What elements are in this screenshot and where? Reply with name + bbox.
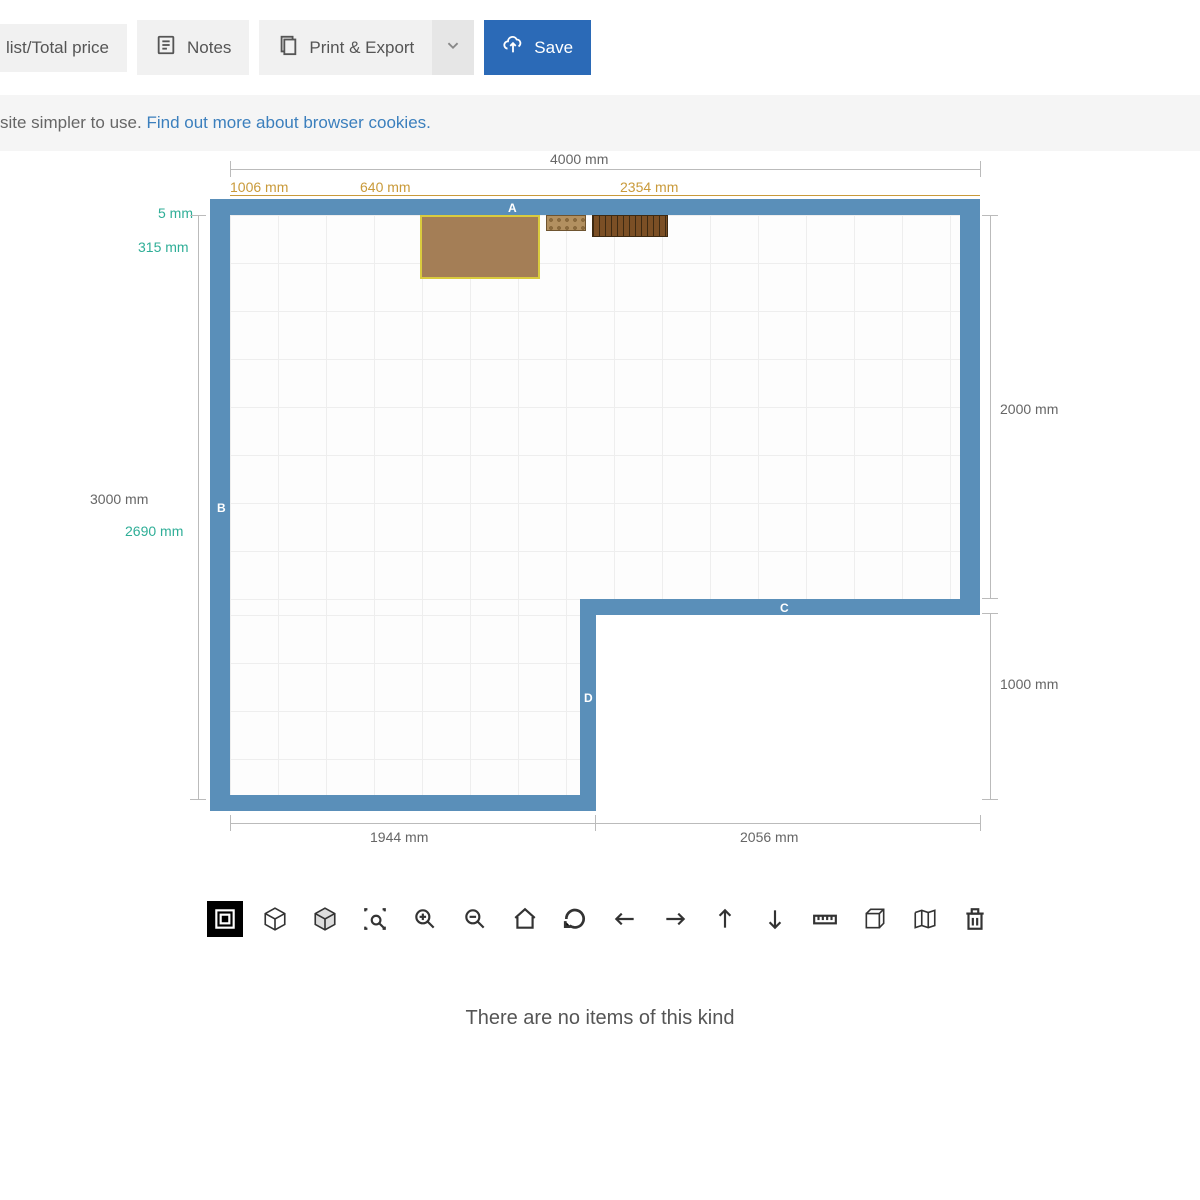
undo-button[interactable] (557, 901, 593, 937)
dim-right-b: 1000 mm (1000, 676, 1058, 692)
home-button[interactable] (507, 901, 543, 937)
view-3d-solid-button[interactable] (307, 901, 343, 937)
dim-line (990, 613, 991, 800)
print-icon (277, 34, 299, 61)
dim-tick (980, 161, 981, 177)
dim-tick (980, 815, 981, 831)
pan-up-button[interactable] (707, 901, 743, 937)
wall-d[interactable] (580, 599, 596, 811)
notes-button[interactable]: Notes (137, 20, 249, 75)
view-2d-button[interactable] (207, 901, 243, 937)
save-button[interactable]: Save (484, 20, 591, 75)
floor (230, 215, 960, 615)
notes-label: Notes (187, 38, 231, 58)
map-button[interactable] (907, 901, 943, 937)
cloud-save-icon (502, 34, 524, 61)
dim-tick (190, 799, 206, 800)
dim-seg-a: 1006 mm (230, 179, 288, 195)
top-toolbar: list/Total price Notes Print & Export Sa… (0, 0, 1200, 95)
view-3d-wireframe-button[interactable] (257, 901, 293, 937)
dim-left-total: 3000 mm (90, 491, 148, 507)
view-toolbar (0, 901, 1200, 937)
floor-plan-canvas[interactable]: 4000 mm 1006 mm 640 mm 2354 mm 5 mm 315 … (60, 151, 1140, 891)
dim-line (595, 823, 980, 824)
furniture-small-unit[interactable] (546, 215, 586, 231)
pan-right-button[interactable] (657, 901, 693, 937)
wall-label-a: A (508, 201, 517, 215)
dim-tick (230, 815, 231, 831)
dim-tick (595, 815, 596, 831)
floor (230, 615, 580, 795)
print-export-button[interactable]: Print & Export (259, 20, 432, 75)
wall-label-c: C (780, 601, 789, 615)
cube-outline-button[interactable] (857, 901, 893, 937)
pan-down-button[interactable] (757, 901, 793, 937)
print-export-dropdown[interactable] (432, 20, 474, 75)
dim-right-a: 2000 mm (1000, 401, 1058, 417)
save-label: Save (534, 38, 573, 58)
zoom-fit-button[interactable] (357, 901, 393, 937)
pan-left-button[interactable] (607, 901, 643, 937)
zoom-out-button[interactable] (457, 901, 493, 937)
empty-message: There are no items of this kind (0, 1007, 1200, 1030)
wall-right[interactable] (960, 199, 980, 599)
furniture-seat[interactable] (592, 215, 668, 237)
dim-tick (982, 215, 998, 216)
furniture-cabinet[interactable] (420, 215, 540, 279)
list-price-label: list/Total price (6, 38, 109, 58)
cookie-notice: site simpler to use. Find out more about… (0, 95, 1200, 151)
dim-seg-b: 640 mm (360, 179, 411, 195)
delete-button[interactable] (957, 901, 993, 937)
dim-line (990, 215, 991, 598)
notes-icon (155, 34, 177, 61)
dim-line (198, 215, 199, 800)
dim-bottom-b: 2056 mm (740, 829, 798, 845)
dim-tick (230, 161, 231, 177)
dim-left-small: 5 mm (158, 205, 193, 221)
dim-seg-c: 2354 mm (620, 179, 678, 195)
chevron-down-icon (442, 34, 464, 61)
dim-tick (982, 613, 998, 614)
dim-tick (982, 598, 998, 599)
print-export-label: Print & Export (309, 38, 414, 58)
wall-bottom[interactable] (210, 795, 596, 811)
list-price-button[interactable]: list/Total price (0, 24, 127, 72)
wall-label-d: D (584, 691, 593, 705)
cookie-link[interactable]: Find out more about browser cookies. (146, 113, 430, 132)
wall-label-b: B (217, 501, 226, 515)
ruler-button[interactable] (807, 901, 843, 937)
dim-top-total: 4000 mm (550, 151, 608, 167)
dim-line (230, 169, 980, 170)
cookie-text: site simpler to use. (0, 113, 146, 132)
dim-line (230, 195, 980, 196)
zoom-in-button[interactable] (407, 901, 443, 937)
dim-tick (190, 215, 206, 216)
dim-left-mid: 315 mm (138, 239, 189, 255)
dim-tick (982, 799, 998, 800)
wall-a[interactable] (210, 199, 980, 215)
dim-left-inner: 2690 mm (125, 523, 183, 539)
dim-line (230, 823, 595, 824)
dim-bottom-a: 1944 mm (370, 829, 428, 845)
